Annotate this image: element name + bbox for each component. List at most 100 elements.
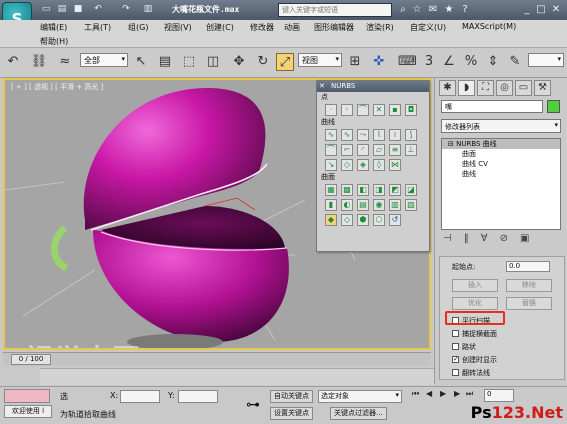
search-icon[interactable]: ⌕	[396, 3, 410, 17]
stack-item-surface[interactable]: 曲面	[442, 149, 560, 159]
nurbs-title-bar[interactable]: ✕ NURBS	[317, 81, 429, 92]
next-frame-icon[interactable]: ▶	[454, 389, 460, 403]
named-selection-icon[interactable]: ✎	[506, 53, 524, 71]
upper-dome[interactable]	[83, 87, 266, 230]
blend-curve-icon[interactable]: ≀	[389, 128, 401, 141]
menu-help[interactable]: 帮助(H)	[40, 36, 68, 47]
rotate-icon[interactable]: ↻	[254, 53, 272, 71]
viewport-label[interactable]: [ + ] [ 透视 ] [ 平滑 + 高光 ]	[11, 82, 103, 92]
minimize-icon[interactable]: _	[520, 3, 534, 17]
select-manipulate-icon[interactable]: ✜	[370, 53, 388, 71]
object-name-field[interactable]: 嘴	[441, 100, 543, 113]
make-unique-icon[interactable]: ∀	[481, 233, 488, 244]
stack-item-nurbs-curve[interactable]: ⊟ NURBS 曲线	[442, 139, 560, 149]
key-filters-button[interactable]: 关键点过滤器...	[330, 407, 387, 420]
optimize-button[interactable]: 优化	[452, 297, 498, 310]
maxscript-listener[interactable]	[4, 389, 50, 403]
new-file-icon[interactable]: ▭	[40, 3, 52, 15]
point-surface-icon[interactable]: ▩	[341, 183, 353, 196]
hierarchy-tab-icon[interactable]: ⛶	[477, 80, 494, 96]
motion-tab-icon[interactable]: ◎	[496, 80, 513, 96]
pivot-center-icon[interactable]: ⊞	[346, 53, 364, 71]
chamfer-curve-icon[interactable]: ⌐	[341, 143, 353, 156]
menu-group[interactable]: 组(G)	[128, 22, 148, 33]
extrude-surface-icon[interactable]: ▮	[325, 198, 337, 211]
vector-projected-curve-icon[interactable]: ↘	[325, 158, 337, 171]
cv-curve-icon[interactable]: ∿	[325, 128, 337, 141]
keyboard-shortcut-icon[interactable]: ⌨	[398, 53, 417, 71]
2-rail-sweep-icon[interactable]: ◇	[341, 213, 353, 226]
track-bar[interactable]	[40, 368, 434, 385]
point-on-surface-icon[interactable]: ◈	[357, 158, 369, 171]
point-curve-icon[interactable]: ∿	[341, 128, 353, 141]
road-like-checkbox[interactable]: 路状	[452, 341, 476, 352]
ref-coord-dropdown[interactable]: 视图 ▾	[298, 53, 342, 67]
select-link-icon[interactable]: ⛓	[30, 53, 48, 71]
surface-point-icon[interactable]: ▪	[389, 103, 401, 116]
select-by-name-icon[interactable]: ▤	[156, 53, 174, 71]
menu-maxscript[interactable]: MAXScript(M)	[462, 22, 516, 31]
curve-point-icon[interactable]: ⌒	[357, 103, 369, 116]
bind-spacewarp-icon[interactable]: ≈	[56, 53, 74, 71]
menu-edit[interactable]: 编辑(E)	[40, 22, 67, 33]
blend-surface-icon[interactable]: ◨	[373, 183, 385, 196]
display-tab-icon[interactable]: ▭	[515, 80, 532, 96]
multicurve-trim-icon[interactable]: ⬡	[373, 213, 385, 226]
insert-button[interactable]: 插入	[452, 279, 498, 292]
communication-icon[interactable]: ✉	[426, 3, 440, 17]
x-coordinate-field[interactable]	[120, 390, 160, 403]
set-key-button[interactable]: 设置关键点	[270, 407, 313, 420]
close-icon[interactable]: ✕	[319, 81, 325, 92]
lathe-surface-icon[interactable]: ◐	[341, 198, 353, 211]
spinner-snap-icon[interactable]: ⇕	[484, 53, 502, 71]
offset-surface-icon[interactable]: ◩	[389, 183, 401, 196]
save-icon[interactable]: ■	[72, 3, 84, 15]
mirror-curve-icon[interactable]: ⌒	[325, 143, 337, 156]
replace-button[interactable]: 替换	[506, 297, 552, 310]
help-icon[interactable]: ?	[458, 3, 472, 17]
fillet-curve-icon[interactable]: ◜	[357, 143, 369, 156]
menu-animation[interactable]: 动画	[284, 22, 300, 33]
maximize-icon[interactable]: □	[534, 3, 548, 17]
time-slider-thumb[interactable]: 0 / 100	[11, 354, 51, 365]
configure-sets-icon[interactable]: ▣	[520, 233, 529, 244]
menu-graph-editors[interactable]: 图形编辑器	[314, 22, 354, 33]
utilities-tab-icon[interactable]: ⚒	[534, 80, 551, 96]
u-loft-icon[interactable]: ▥	[389, 198, 401, 211]
close-icon[interactable]: ✕	[549, 3, 563, 17]
remove-modifier-icon[interactable]: ⊘	[500, 233, 508, 244]
window-crossing-icon[interactable]: ◫	[204, 53, 222, 71]
surface-surface-curve-icon[interactable]: ⋈	[389, 158, 401, 171]
iso-curve-icon[interactable]: ≡	[389, 143, 401, 156]
modify-tab-icon[interactable]: ◗	[458, 80, 475, 96]
undo-icon[interactable]: ↶	[92, 3, 104, 15]
mirror-surface-icon[interactable]: ◪	[405, 183, 417, 196]
auto-key-button[interactable]: 自动关键点	[270, 390, 313, 403]
transform-curve-icon[interactable]: ⌇	[373, 128, 385, 141]
move-icon[interactable]: ✥	[230, 53, 248, 71]
fit-curve-icon[interactable]: ⤳	[357, 128, 369, 141]
surface-offset-curve-icon[interactable]: ◊	[373, 158, 385, 171]
cv-on-surface-icon[interactable]: ◇	[341, 158, 353, 171]
display-while-creating-checkbox[interactable]: ✓ 创建时显示	[452, 354, 497, 365]
select-object-icon[interactable]: ↖	[132, 53, 150, 71]
snap-cross-sections-checkbox[interactable]: 捕捉横截面	[452, 328, 497, 339]
scale-icon[interactable]: ⤢	[276, 53, 294, 71]
show-end-result-icon[interactable]: ‖	[464, 233, 469, 244]
angle-snap-icon[interactable]: ∠	[440, 53, 458, 71]
y-coordinate-field[interactable]	[178, 390, 218, 403]
menu-modifiers[interactable]: 修改器	[250, 22, 274, 33]
prev-frame-icon[interactable]: ◀	[426, 389, 432, 403]
ruled-surface-icon[interactable]: ▤	[357, 198, 369, 211]
cv-surface-icon[interactable]: ▦	[325, 183, 337, 196]
snap-toggle-icon[interactable]: 3	[420, 53, 438, 71]
undo-tool-icon[interactable]: ↶	[4, 53, 22, 71]
flip-normals-checkbox[interactable]: 翻转法线	[452, 367, 490, 378]
multisided-blend-icon[interactable]: ⬢	[357, 213, 369, 226]
cap-surface-icon[interactable]: ◉	[373, 198, 385, 211]
surface-edge-curve-icon[interactable]: ▱	[373, 143, 385, 156]
fillet-surface-icon[interactable]: ↺	[389, 213, 401, 226]
1-rail-sweep-icon[interactable]: ◆	[325, 213, 337, 226]
create-tab-icon[interactable]: ✱	[439, 80, 456, 96]
curve-curve-point-icon[interactable]: ✕	[373, 103, 385, 116]
